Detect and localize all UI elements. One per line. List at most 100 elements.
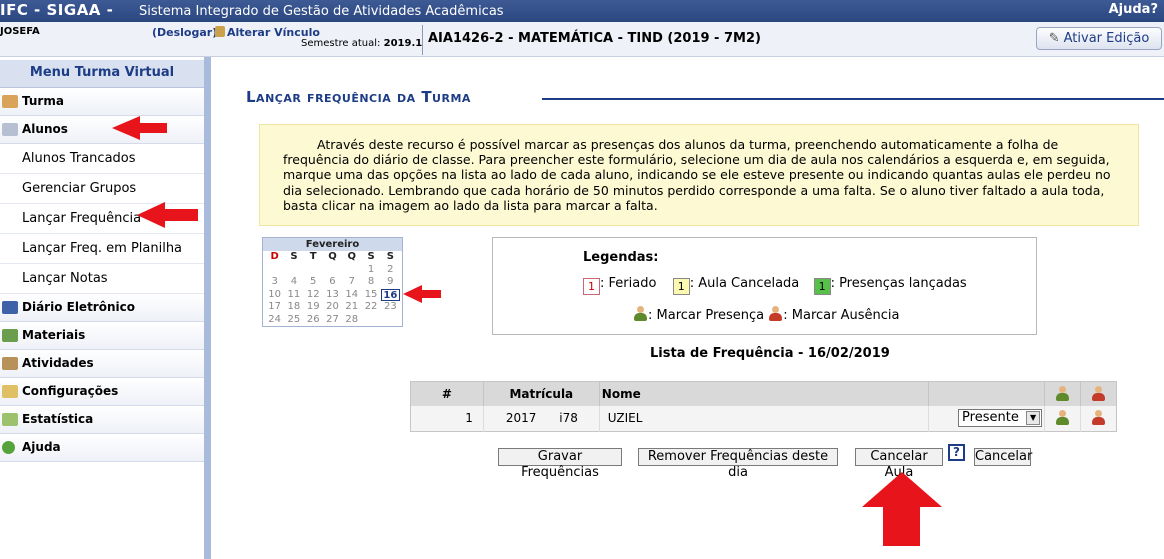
calendar-weekday: D (270, 251, 279, 262)
dropdown-arrow-icon: ▼ (1026, 411, 1041, 426)
calendar-day[interactable]: 15 (361, 289, 380, 302)
calendar-weekday: Q (328, 251, 337, 262)
row-matricula: 2017 i78 (483, 405, 600, 432)
sidebar-subitem-alunos-trancados[interactable]: Alunos Trancados (0, 144, 204, 174)
row-present-cell[interactable] (1044, 405, 1081, 432)
calendar-month: Fevereiro (263, 238, 402, 251)
sidebar-item-estatistica[interactable]: Estatística (0, 406, 204, 434)
calendar-day[interactable]: 7 (342, 276, 361, 289)
course-title: AIA1426-2 - MATEMÁTICA - TIND (2019 - 7M… (428, 31, 761, 46)
calendar-weekday: Q (347, 251, 357, 262)
calendar-day[interactable]: 23 (381, 301, 400, 314)
calendar-day[interactable]: 9 (381, 276, 400, 289)
calendar-day[interactable]: 28 (342, 314, 361, 327)
col-present-all[interactable] (1044, 381, 1081, 406)
calendar-day[interactable]: 14 (342, 289, 361, 302)
calendar-day[interactable]: 5 (304, 276, 323, 289)
info-bar: JOSEFA (Deslogar) Alterar Vínculo Semest… (0, 22, 1164, 57)
row-absent-cell[interactable] (1080, 405, 1117, 432)
semester-info: Semestre atual: 2019.1 (301, 38, 422, 49)
semester-label: Semestre atual: (301, 38, 381, 49)
brand-logo: IFC - SIGAA - (0, 1, 114, 19)
user-name: JOSEFA (0, 26, 40, 37)
sidebar-subitem-lancar-notas[interactable]: Lançar Notas (0, 264, 204, 294)
calendar-day[interactable]: 24 (265, 314, 284, 327)
sidebar-item-label: Turma (22, 94, 64, 108)
sidebar-item-materiais[interactable]: Materiais (0, 322, 204, 350)
status-select[interactable]: Presente ▼ (958, 409, 1043, 428)
calendar-day[interactable]: 26 (304, 314, 323, 327)
sidebar-item-ajuda[interactable]: Ajuda (0, 434, 204, 462)
pencil-icon: ✎ (1048, 31, 1060, 46)
sidebar-subitem-lancar-frequencia[interactable]: Lançar Frequência (0, 204, 204, 234)
sidebar-item-configuracoes[interactable]: Configurações (0, 378, 204, 406)
attendance-recorded-label: : Presenças lançadas (830, 276, 967, 291)
mark-absent-icon[interactable] (1091, 410, 1106, 426)
sidebar-item-label: Estatística (22, 412, 94, 426)
calendar-day[interactable]: 2 (381, 264, 400, 277)
help-question-icon[interactable]: ? (948, 444, 965, 461)
calendar-day[interactable]: 20 (323, 301, 342, 314)
sidebar-item-label: Diário Eletrônico (22, 300, 135, 314)
switch-user-icon (215, 26, 225, 37)
row-nome: UZIEL (599, 405, 930, 432)
attendance-table: # Matrícula Nome 1 2017 i78 UZIEL Presen… (410, 381, 1117, 432)
legend-box: Legendas: 1: Feriado 1: Aula Cancelada 1… (492, 237, 1037, 335)
col-absent-all[interactable] (1080, 381, 1117, 406)
calendar-weekday: T (309, 251, 317, 262)
page-title: Lançar frequência da Turma (246, 88, 471, 106)
mark-all-absent-icon[interactable] (1091, 385, 1106, 402)
calendar-empty (265, 264, 284, 277)
title-underline (542, 98, 1164, 100)
calendar-day[interactable]: 1 (361, 264, 380, 277)
logout-link[interactable]: (Deslogar) (152, 26, 217, 39)
calendar-day[interactable]: 17 (265, 301, 284, 314)
calendar-day[interactable]: 6 (323, 276, 342, 289)
calendar-day[interactable]: 27 (323, 314, 342, 327)
legend-row: 1: Feriado 1: Aula Cancelada 1: Presença… (583, 276, 967, 295)
calendar-empty (304, 264, 323, 277)
sidebar-divider (204, 57, 211, 559)
status-selected-value: Presente (962, 410, 1019, 426)
save-attendance-button[interactable]: Gravar Frequências (498, 448, 622, 480)
sidebar-item-turma[interactable]: Turma (0, 88, 204, 116)
help-link[interactable]: Ajuda? (1109, 2, 1158, 17)
attendance-recorded-swatch: 1 (813, 278, 831, 295)
calendar-day[interactable]: 11 (284, 289, 303, 302)
sidebar-item-alunos[interactable]: Alunos (0, 116, 204, 144)
mark-present-icon[interactable] (1055, 410, 1070, 426)
activate-edit-button[interactable]: ✎ Ativar Edição (1036, 27, 1162, 50)
sidebar-subitem-gerenciar-grupos[interactable]: Gerenciar Grupos (0, 174, 204, 204)
cancelled-class-label: : Aula Cancelada (689, 276, 800, 291)
calendar-day[interactable]: 21 (342, 301, 361, 314)
calendar-day[interactable]: 4 (284, 276, 303, 289)
sidebar-subitem-lancar-freq-planilha[interactable]: Lançar Freq. em Planilha (0, 234, 204, 264)
materials-icon (2, 329, 18, 342)
calendar-day[interactable]: 18 (284, 301, 303, 314)
remove-attendance-button[interactable]: Remover Frequências deste dia (638, 448, 838, 480)
calendar-day[interactable]: 25 (284, 314, 303, 327)
row-status-cell: Presente ▼ (928, 405, 1046, 432)
sidebar-title: Menu Turma Virtual (0, 60, 204, 88)
mark-absent-label: : Marcar Ausência (783, 308, 900, 323)
row-number: 1 (410, 405, 484, 432)
calendar-day[interactable]: 12 (304, 289, 323, 302)
legend-title: Legendas: (583, 250, 659, 265)
calendar-day[interactable]: 8 (361, 276, 380, 289)
calendar-day[interactable]: 13 (323, 289, 342, 302)
calendar-day[interactable]: 10 (265, 289, 284, 302)
calendar-day-selected[interactable]: 16 (380, 288, 400, 301)
calendar-weekday: S (367, 251, 375, 262)
calendar-day[interactable]: 22 (361, 301, 380, 314)
calendar-weekday: S (386, 251, 394, 262)
sidebar-item-atividades[interactable]: Atividades (0, 350, 204, 378)
cancel-class-button[interactable]: Cancelar Aula (855, 448, 943, 480)
sidebar-item-diario[interactable]: Diário Eletrônico (0, 294, 204, 322)
mark-all-present-icon[interactable] (1055, 385, 1070, 402)
calendar-day[interactable]: 19 (304, 301, 323, 314)
sidebar: Menu Turma Virtual Turma Alunos Alunos T… (0, 57, 204, 559)
col-number: # (410, 381, 484, 406)
calendar-day[interactable]: 3 (265, 276, 284, 289)
sidebar-item-label: Configurações (22, 384, 119, 398)
cancel-button[interactable]: Cancelar (974, 448, 1032, 466)
